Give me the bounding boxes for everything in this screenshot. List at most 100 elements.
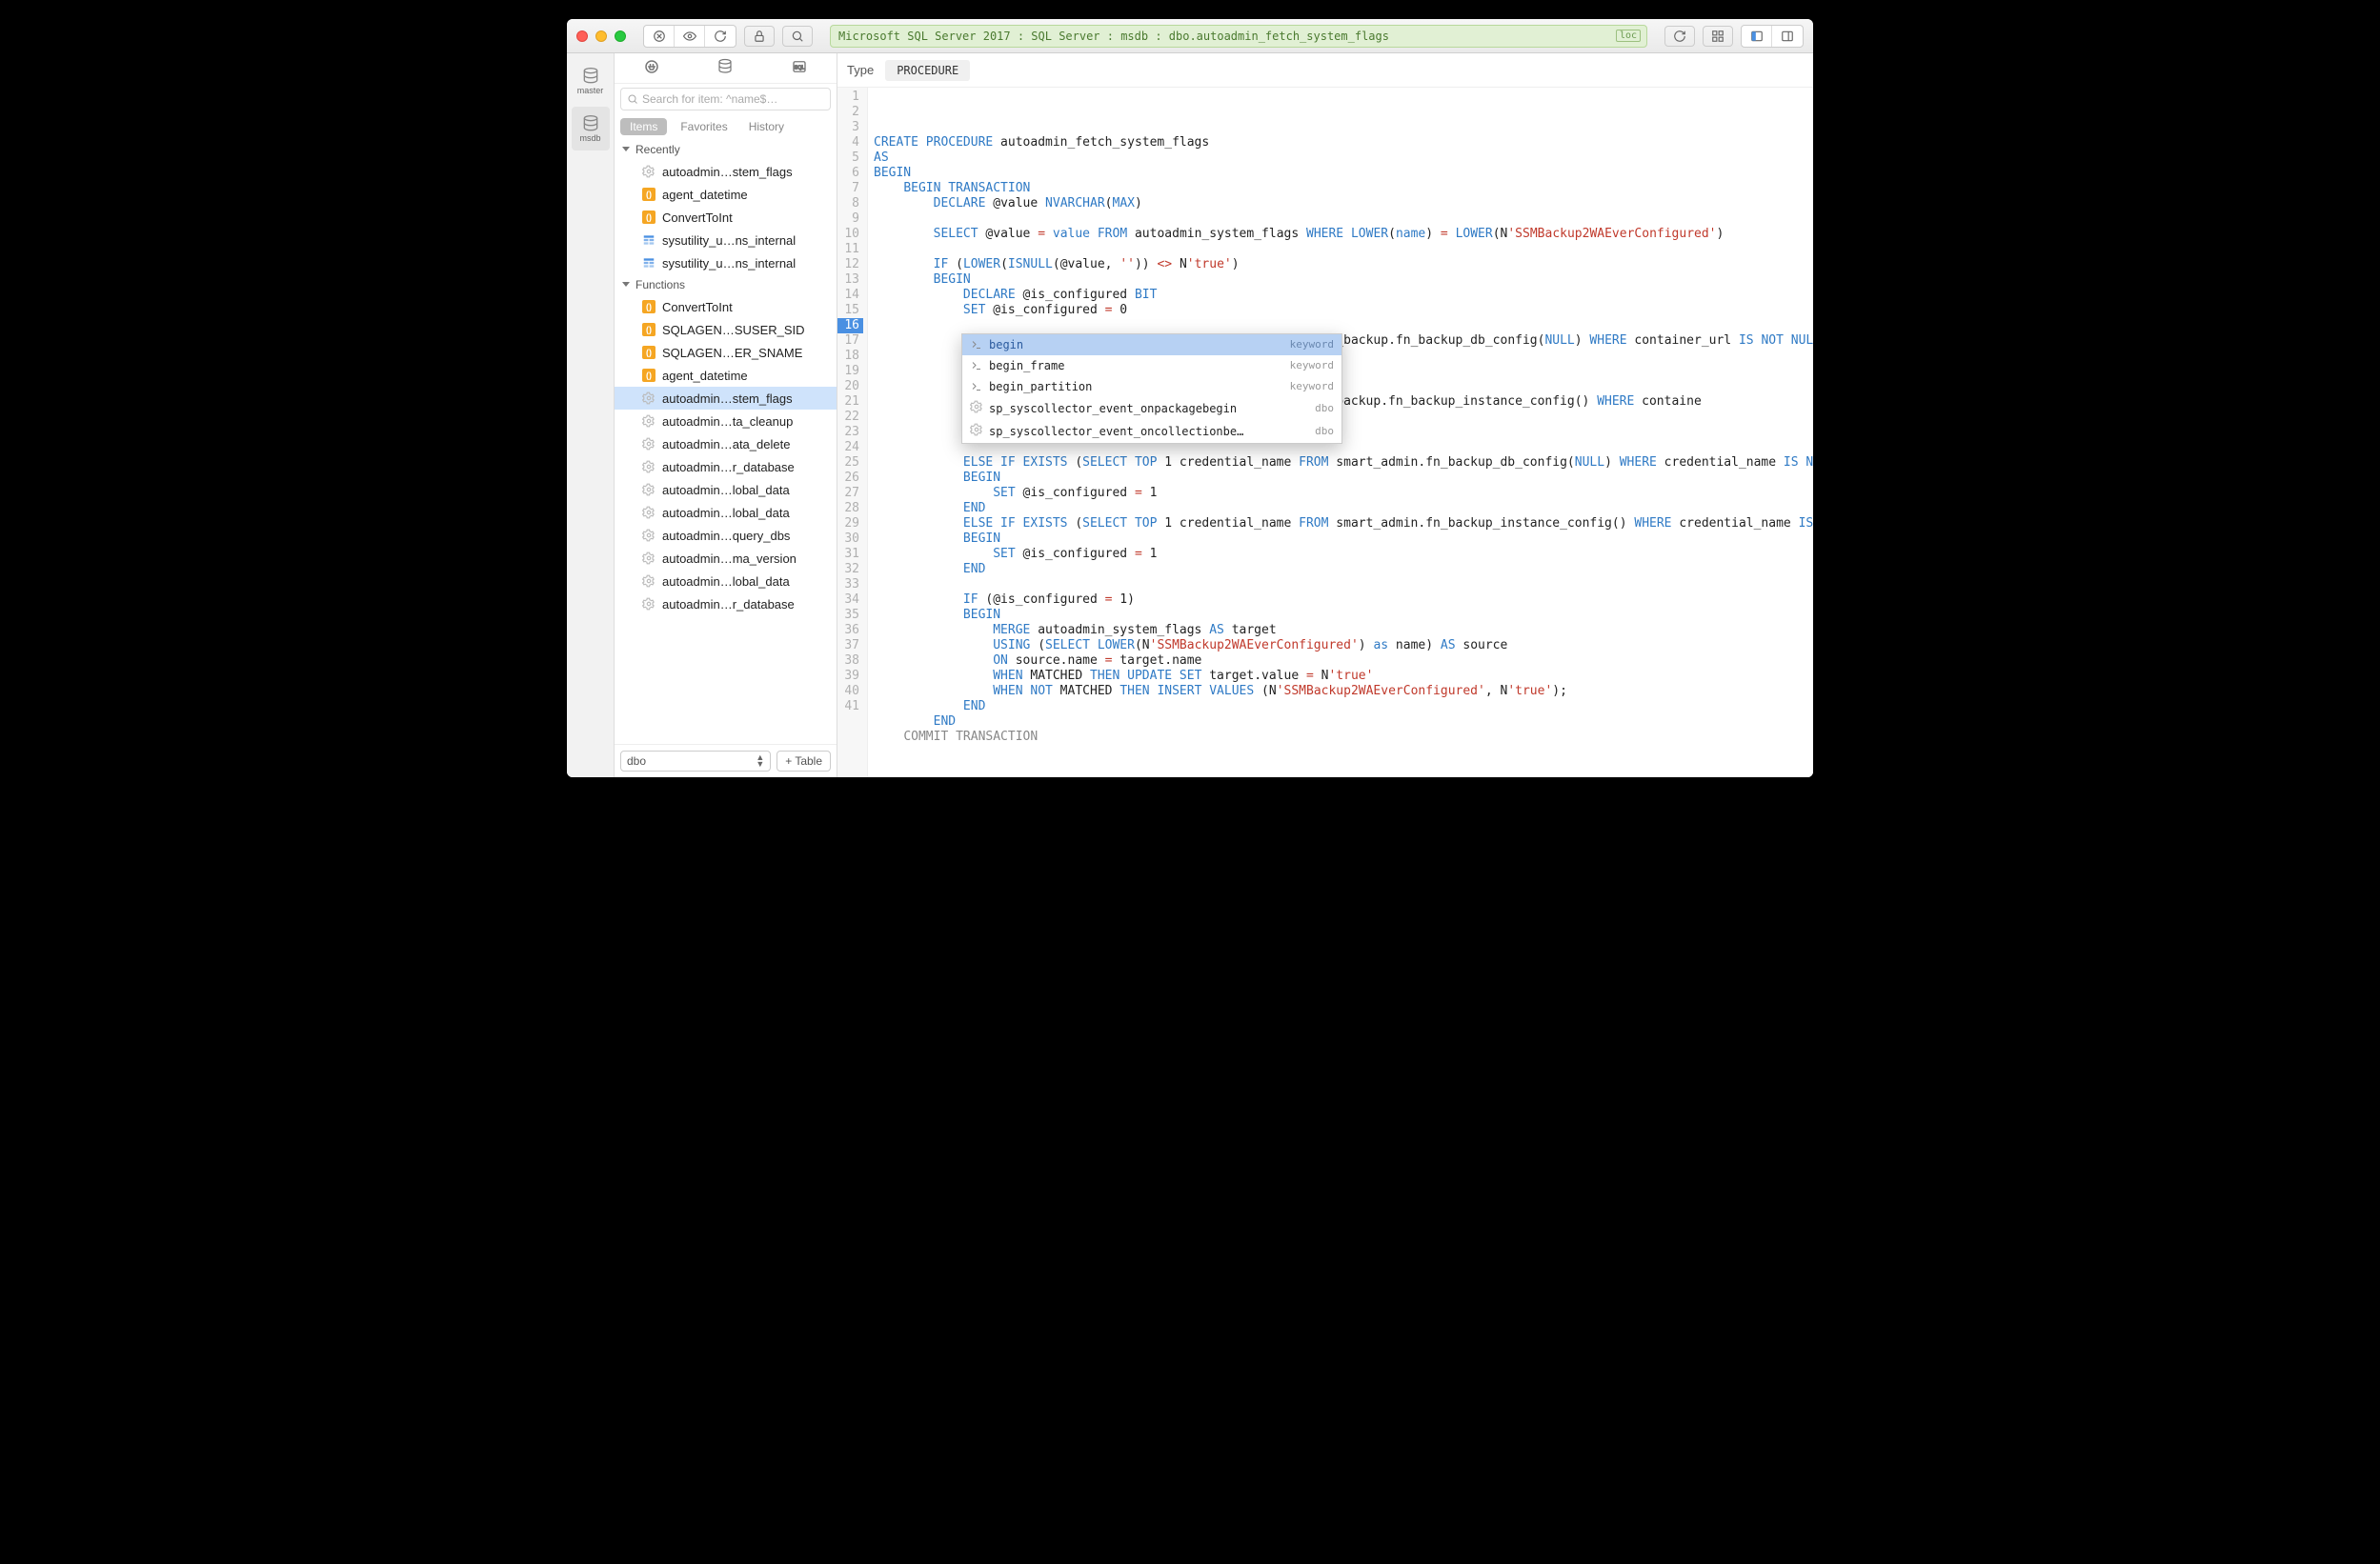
gear-icon	[641, 164, 656, 179]
breadcrumb[interactable]: Microsoft SQL Server 2017 : SQL Server :…	[830, 25, 1647, 48]
search-icon[interactable]	[782, 26, 813, 47]
tree-section-functions[interactable]: Functions	[615, 274, 837, 295]
autocomplete-item[interactable]: sp_syscollector_event_oncollectionbe… db…	[962, 420, 1341, 443]
plug-icon[interactable]	[643, 58, 660, 78]
eye-icon[interactable]	[675, 26, 705, 47]
magnifier-icon	[627, 93, 638, 105]
tree-item[interactable]: autoadmin…lobal_data	[615, 501, 837, 524]
tree-item[interactable]: sysutility_u…ns_internal	[615, 251, 837, 274]
code-line: BEGIN	[874, 166, 1807, 181]
zoom-icon[interactable]	[615, 30, 626, 42]
minimize-icon[interactable]	[595, 30, 607, 42]
line-number: 37	[837, 638, 863, 653]
tree: Recently autoadmin…stem_flags()agent_dat…	[615, 139, 837, 744]
tree-item[interactable]: ()SQLAGEN…SUSER_SID	[615, 318, 837, 341]
code-line: AS	[874, 150, 1807, 166]
code-line: BEGIN	[874, 531, 1807, 547]
line-number: 13	[837, 272, 863, 288]
code-line	[874, 577, 1807, 592]
tree-item[interactable]: autoadmin…r_database	[615, 455, 837, 478]
lock-icon[interactable]	[744, 26, 775, 47]
line-number: 16	[837, 318, 863, 333]
line-number: 10	[837, 227, 863, 242]
tree-item[interactable]: autoadmin…stem_flags	[615, 160, 837, 183]
svg-text:SQL: SQL	[795, 65, 805, 70]
tree-item[interactable]: ()ConvertToInt	[615, 295, 837, 318]
gear-icon	[641, 413, 656, 429]
search-input[interactable]: Search for item: ^name$…	[620, 88, 831, 110]
tab-items[interactable]: Items	[620, 118, 667, 135]
tree-item[interactable]: ()ConvertToInt	[615, 206, 837, 229]
autocomplete-popup[interactable]: begin keyword begin_frame keyword begin_…	[961, 333, 1342, 444]
tree-item[interactable]: autoadmin…stem_flags	[615, 387, 837, 410]
database-rail: master msdb	[567, 53, 615, 777]
tree-item[interactable]: ()SQLAGEN…ER_SNAME	[615, 341, 837, 364]
line-number: 41	[837, 699, 863, 714]
cancel-icon[interactable]	[644, 26, 675, 47]
tab-history[interactable]: History	[741, 118, 792, 135]
gear-icon	[641, 391, 656, 406]
tree-item[interactable]: autoadmin…query_dbs	[615, 524, 837, 547]
line-number: 21	[837, 394, 863, 410]
tab-favorites[interactable]: Favorites	[673, 118, 735, 135]
line-number: 25	[837, 455, 863, 471]
tree-item[interactable]: ()agent_datetime	[615, 364, 837, 387]
line-number: 39	[837, 669, 863, 684]
table-icon	[641, 255, 656, 271]
sql-icon[interactable]: SQL	[791, 58, 808, 78]
schema-dropdown[interactable]: dbo ▲▼	[620, 751, 771, 772]
db-icon[interactable]	[716, 58, 734, 78]
code-area[interactable]: CREATE PROCEDURE autoadmin_fetch_system_…	[868, 88, 1813, 777]
gear-icon	[641, 482, 656, 497]
reload-icon[interactable]	[1664, 26, 1695, 47]
toolbar-group-nav	[643, 25, 736, 48]
line-number: 30	[837, 531, 863, 547]
db-item-master[interactable]: master	[572, 59, 610, 103]
tree-item[interactable]: autoadmin…ata_delete	[615, 432, 837, 455]
code-line: ELSE IF EXISTS (SELECT TOP 1 credential_…	[874, 516, 1807, 531]
panel-right-icon[interactable]	[1772, 26, 1803, 47]
line-number: 5	[837, 150, 863, 166]
window-controls	[576, 30, 626, 42]
db-item-msdb[interactable]: msdb	[572, 107, 610, 150]
tree-section-recently[interactable]: Recently	[615, 139, 837, 160]
type-label: Type	[847, 63, 874, 77]
code-line: ON source.name = target.name	[874, 653, 1807, 669]
tree-item[interactable]: ()agent_datetime	[615, 183, 837, 206]
tree-item[interactable]: autoadmin…lobal_data	[615, 478, 837, 501]
line-number: 2	[837, 105, 863, 120]
tree-item[interactable]: autoadmin…r_database	[615, 592, 837, 615]
grid-icon[interactable]	[1703, 26, 1733, 47]
tree-item[interactable]: sysutility_u…ns_internal	[615, 229, 837, 251]
sidebar-top-icons: SQL	[615, 53, 837, 84]
gear-icon	[641, 436, 656, 451]
tree-item[interactable]: autoadmin…ma_version	[615, 547, 837, 570]
line-number: 1	[837, 90, 863, 105]
autocomplete-item[interactable]: sp_syscollector_event_onpackagebegin dbo	[962, 397, 1341, 420]
tree-item[interactable]: autoadmin…ta_cleanup	[615, 410, 837, 432]
code-line: DECLARE @is_configured BIT	[874, 288, 1807, 303]
code-line: END	[874, 501, 1807, 516]
autocomplete-item[interactable]: begin keyword	[962, 334, 1341, 355]
code-line: SELECT @value = value FROM autoadmin_sys…	[874, 227, 1807, 242]
sidebar-tabs: Items Favorites History	[615, 114, 837, 139]
line-number: 22	[837, 410, 863, 425]
line-number: 12	[837, 257, 863, 272]
sql-editor[interactable]: 1234567891011121314151617181920212223242…	[837, 88, 1813, 777]
refresh-icon[interactable]	[705, 26, 736, 47]
gear-icon	[641, 505, 656, 520]
autocomplete-item[interactable]: begin_partition keyword	[962, 376, 1341, 397]
code-line: CREATE PROCEDURE autoadmin_fetch_system_…	[874, 135, 1807, 150]
autocomplete-item[interactable]: begin_frame keyword	[962, 355, 1341, 376]
tree-item[interactable]: autoadmin…lobal_data	[615, 570, 837, 592]
breadcrumb-text: Microsoft SQL Server 2017 : SQL Server :…	[838, 30, 1389, 43]
code-line: MERGE autoadmin_system_flags AS target	[874, 623, 1807, 638]
line-number: 29	[837, 516, 863, 531]
toolbar-group-panels	[1741, 25, 1804, 48]
add-table-button[interactable]: +Table	[777, 751, 831, 772]
line-number: 35	[837, 608, 863, 623]
line-number: 31	[837, 547, 863, 562]
panel-left-icon[interactable]	[1742, 26, 1772, 47]
line-number: 33	[837, 577, 863, 592]
close-icon[interactable]	[576, 30, 588, 42]
